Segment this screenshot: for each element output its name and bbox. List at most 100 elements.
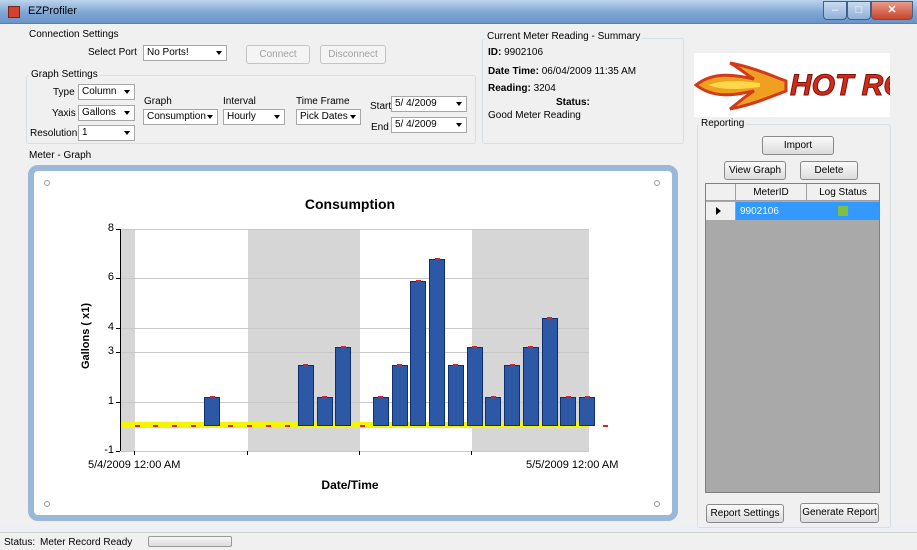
data-point-marker	[153, 425, 159, 428]
chart-bar[interactable]	[560, 396, 577, 427]
x-tick-label: 5/4/2009 12:00 AM	[88, 459, 181, 471]
y-tick-label: 3	[107, 345, 114, 358]
start-date-value: 5/ 4/2009	[395, 98, 437, 109]
connect-button[interactable]: Connect	[246, 45, 310, 64]
timeframe-select[interactable]: Pick Dates	[296, 109, 361, 125]
start-date-picker[interactable]: 5/ 4/2009	[391, 96, 467, 112]
logo-text: HOT ROD	[790, 69, 890, 102]
chart-bar[interactable]	[316, 396, 333, 427]
reporting-title: Reporting	[699, 118, 747, 129]
gridline	[121, 278, 589, 280]
title-bar: EZProfiler – □ ✕	[0, 0, 917, 24]
close-button[interactable]: ✕	[871, 1, 913, 20]
end-date-value: 5/ 4/2009	[395, 119, 437, 130]
interval-select[interactable]: Hourly	[223, 109, 285, 125]
data-point-marker	[172, 425, 177, 428]
data-point-marker	[547, 316, 552, 319]
data-point-marker	[209, 395, 215, 398]
chart-bar[interactable]	[204, 396, 220, 427]
chart-bar[interactable]	[429, 258, 445, 427]
summary-datetime-value: 06/04/2009 11:35 AM	[541, 66, 637, 77]
meter-graph-title: Meter - Graph	[29, 150, 92, 161]
chart-bar[interactable]	[410, 280, 427, 427]
gridline	[121, 229, 589, 230]
chevron-down-icon	[124, 111, 130, 115]
disconnect-button[interactable]: Disconnect	[320, 45, 386, 64]
summary-title: Current Meter Reading - Summary	[485, 31, 643, 42]
data-point-marker	[603, 425, 609, 428]
view-graph-button[interactable]: View Graph	[724, 161, 786, 180]
chart-title: Consumption	[304, 196, 396, 212]
hot-rod-logo: HOT ROD	[693, 53, 917, 117]
y-tick-label: 4	[107, 320, 114, 333]
meter-id-cell[interactable]: 9902106	[740, 206, 779, 217]
screw-icon	[44, 501, 50, 507]
row-header[interactable]	[706, 202, 736, 220]
delete-button[interactable]: Delete	[800, 161, 858, 180]
graph-settings-title: Graph Settings	[29, 69, 100, 80]
chart-bar[interactable]	[372, 396, 389, 427]
summary-reading-value: 3204	[533, 83, 556, 94]
chart-bar[interactable]	[297, 364, 314, 427]
type-label: Type	[53, 87, 75, 98]
port-select[interactable]: No Ports!	[143, 45, 227, 61]
generate-report-button[interactable]: Generate Report	[800, 503, 879, 523]
end-date-picker[interactable]: 5/ 4/2009	[391, 117, 467, 133]
chevron-down-icon	[124, 131, 130, 135]
chart-bar[interactable]	[579, 396, 595, 427]
chart-bar[interactable]	[447, 364, 464, 427]
chevron-down-icon	[456, 123, 462, 127]
data-point-marker	[265, 425, 271, 428]
report-settings-button[interactable]: Report Settings	[706, 504, 784, 523]
data-point-marker	[322, 395, 327, 398]
end-label: End	[371, 122, 389, 133]
chevron-down-icon	[216, 51, 222, 55]
plot-band	[121, 229, 135, 451]
maximize-button[interactable]: □	[847, 1, 871, 20]
data-point-marker	[303, 363, 309, 366]
chart-bar[interactable]	[466, 347, 483, 427]
summary-id-value: 9902106	[504, 47, 544, 58]
chevron-down-icon	[207, 115, 213, 119]
y-tick	[116, 229, 120, 230]
type-select-value: Column	[82, 86, 117, 97]
chevron-down-icon	[124, 90, 130, 94]
resolution-select[interactable]: 1	[78, 125, 135, 141]
minimize-button[interactable]: –	[823, 1, 847, 20]
start-label: Start	[370, 101, 392, 112]
screw-icon	[654, 501, 660, 507]
y-tick	[116, 352, 120, 354]
x-tick	[359, 451, 360, 455]
chart-bar[interactable]	[522, 347, 539, 427]
chart-bar[interactable]	[391, 364, 408, 427]
import-button[interactable]: Import	[762, 136, 834, 155]
log-status-indicator	[838, 206, 848, 216]
grid-col-log-status[interactable]: Log Status	[808, 187, 878, 198]
data-point-marker	[509, 363, 515, 366]
y-tick-label: 1	[107, 394, 114, 407]
grid-header: MeterID Log Status	[706, 184, 879, 201]
status-label: Status:	[4, 537, 36, 548]
current-row-arrow-icon	[716, 207, 721, 215]
table-row[interactable]: 9902106	[706, 202, 879, 220]
flame-icon: HOT ROD	[693, 61, 917, 111]
chart-bar[interactable]	[485, 396, 502, 427]
grid-col-meterid[interactable]: MeterID	[737, 187, 805, 198]
chevron-down-icon	[274, 115, 280, 119]
yaxis-label: Yaxis	[52, 108, 76, 119]
data-point-marker	[284, 425, 290, 428]
chart-bar[interactable]	[504, 364, 520, 427]
resolution-label: Resolution	[30, 128, 78, 139]
chart-bar[interactable]	[335, 347, 352, 427]
graph-select[interactable]: Consumption	[143, 109, 218, 125]
type-select[interactable]: Column	[78, 84, 135, 100]
y-tick-label: 8	[107, 222, 114, 234]
data-point-marker	[378, 395, 384, 398]
data-point-marker	[190, 425, 196, 428]
yaxis-select[interactable]: Gallons	[78, 105, 135, 121]
x-tick-label: 5/5/2009 12:00 AM	[526, 459, 619, 471]
resolution-select-value: 1	[82, 127, 88, 138]
connection-settings-title: Connection Settings	[29, 29, 119, 40]
app-icon	[8, 6, 20, 18]
chart-bar[interactable]	[541, 317, 558, 427]
